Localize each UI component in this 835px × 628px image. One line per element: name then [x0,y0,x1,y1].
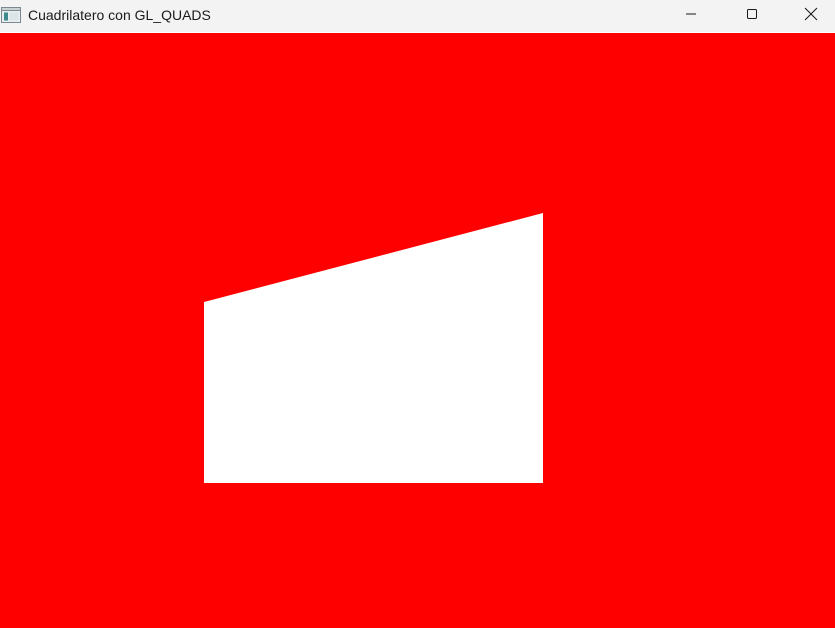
maximize-icon [746,7,758,25]
opengl-canvas[interactable] [0,33,835,628]
window-title: Cuadrilatero con GL_QUADS [28,7,211,23]
app-window: Cuadrilatero con GL_QUADS [0,0,835,628]
maximize-button[interactable] [723,0,781,32]
app-window-icon [1,6,21,24]
minimize-button[interactable] [662,0,720,32]
minimize-icon [685,7,697,25]
render-surface [0,33,835,628]
title-bar[interactable]: Cuadrilatero con GL_QUADS [0,0,835,32]
close-button[interactable] [782,0,835,32]
close-icon [804,7,818,26]
